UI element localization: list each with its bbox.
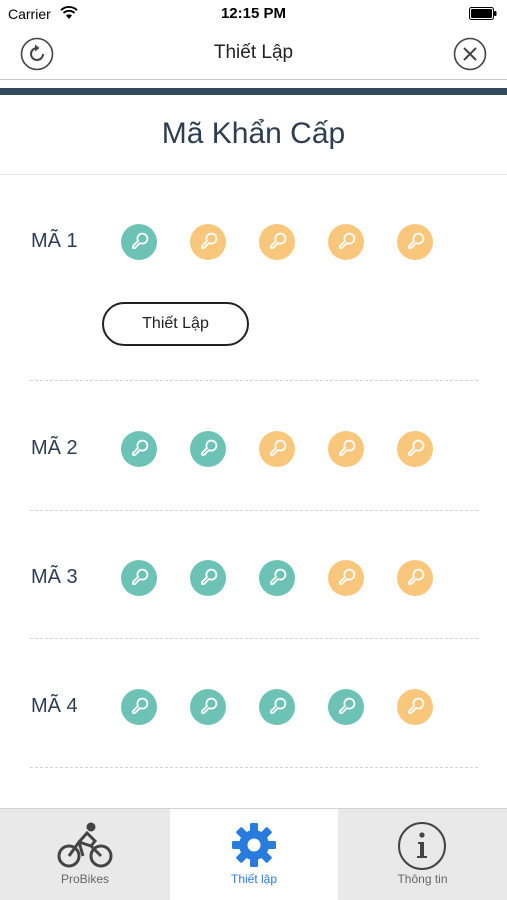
row-divider xyxy=(30,380,478,381)
setup-button[interactable]: Thiết Lập xyxy=(102,302,249,346)
tab-info[interactable]: Thông tin xyxy=(338,809,507,900)
nav-title: Thiết Lập xyxy=(213,42,294,63)
key-icon xyxy=(408,568,425,585)
gear-icon xyxy=(232,823,276,867)
code-label: MÃ 4 xyxy=(31,695,78,717)
code-dot-teal[interactable] xyxy=(259,560,295,596)
status-bar: Carrier 12:15 PM xyxy=(0,0,507,28)
row-divider xyxy=(30,510,478,511)
battery-icon xyxy=(469,7,497,20)
code-dot-teal[interactable] xyxy=(259,689,295,725)
key-icon xyxy=(339,439,356,456)
key-icon xyxy=(132,568,149,585)
info-icon xyxy=(398,822,446,870)
key-icon xyxy=(201,697,218,714)
code-dot-orange[interactable] xyxy=(328,224,364,260)
code-dot-orange[interactable] xyxy=(397,689,433,725)
tab-probikes[interactable]: ProBikes xyxy=(0,809,170,900)
code-dot-orange[interactable] xyxy=(259,431,295,467)
code-label: MÃ 2 xyxy=(31,437,78,459)
code-dot-orange[interactable] xyxy=(397,560,433,596)
code-label: MÃ 3 xyxy=(31,566,78,588)
key-icon xyxy=(270,232,287,249)
key-icon xyxy=(132,697,149,714)
key-icon xyxy=(270,568,287,585)
close-button[interactable] xyxy=(453,37,487,71)
code-dot-teal[interactable] xyxy=(190,560,226,596)
code-dot-teal[interactable] xyxy=(121,431,157,467)
code-label: MÃ 1 xyxy=(31,230,78,252)
tab-label: Thiết lập xyxy=(230,872,278,886)
key-icon xyxy=(201,232,218,249)
nav-bar: Thiết Lập xyxy=(0,28,507,80)
status-time: 12:15 PM xyxy=(220,5,287,22)
code-dot-orange[interactable] xyxy=(259,224,295,260)
bicycle-icon xyxy=(57,822,113,868)
key-icon xyxy=(270,697,287,714)
key-icon xyxy=(408,697,425,714)
code-dot-orange[interactable] xyxy=(397,431,433,467)
code-dot-teal[interactable] xyxy=(121,560,157,596)
key-icon xyxy=(408,232,425,249)
key-icon xyxy=(270,439,287,456)
code-dot-teal[interactable] xyxy=(190,689,226,725)
key-icon xyxy=(339,568,356,585)
key-icon xyxy=(132,232,149,249)
code-dot-teal[interactable] xyxy=(190,431,226,467)
code-dot-teal[interactable] xyxy=(328,689,364,725)
code-dot-orange[interactable] xyxy=(190,224,226,260)
page-title: Mã Khẩn Cấp xyxy=(161,117,346,150)
tab-label: Thông tin xyxy=(397,872,448,886)
key-icon xyxy=(201,568,218,585)
code-dot-orange[interactable] xyxy=(328,431,364,467)
key-icon xyxy=(408,439,425,456)
code-dot-teal[interactable] xyxy=(121,224,157,260)
code-dot-orange[interactable] xyxy=(397,224,433,260)
tab-label: ProBikes xyxy=(60,872,110,886)
code-dot-orange[interactable] xyxy=(328,560,364,596)
tab-bar: ProBikes Thiết lập Thông tin xyxy=(0,808,507,900)
tab-settings[interactable]: Thiết lập xyxy=(170,809,338,900)
key-icon xyxy=(201,439,218,456)
row-divider xyxy=(30,767,478,768)
key-icon xyxy=(339,232,356,249)
code-dot-teal[interactable] xyxy=(121,689,157,725)
page-header: Mã Khẩn Cấp xyxy=(0,95,507,175)
key-icon xyxy=(339,697,356,714)
key-icon xyxy=(132,439,149,456)
header-accent-bar xyxy=(0,88,507,95)
row-divider xyxy=(30,638,478,639)
